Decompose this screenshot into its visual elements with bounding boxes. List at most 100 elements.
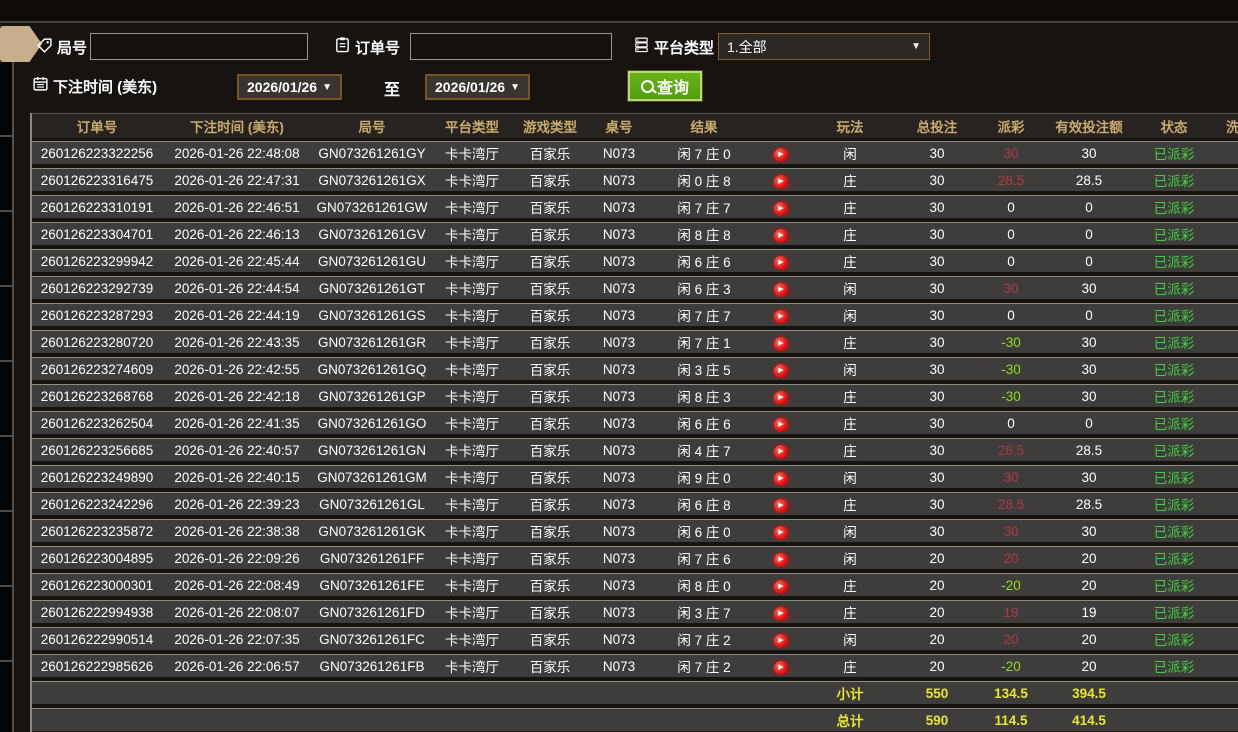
cell-status: 已派彩 [1153,174,1195,189]
video-replay-icon[interactable]: ▶ [774,229,788,243]
cell-play-type: 庄 [843,174,857,189]
cell-game-type: 百家乐 [529,498,571,513]
video-replay-icon[interactable]: ▶ [774,580,788,594]
cell-payout: -20 [1001,658,1021,674]
calendar-icon [32,75,49,92]
cell-order: 260126223299942 [40,253,154,269]
video-replay-icon[interactable]: ▶ [774,364,788,378]
video-replay-icon[interactable]: ▶ [774,283,788,297]
cell-total: 30 [929,523,945,539]
cell-total: 30 [929,253,945,269]
cell-status: 已派彩 [1153,471,1195,486]
cell-game-no: GN073261261FF [319,550,425,566]
cell-platform: 卡卡湾厅 [445,147,499,162]
cell-game-no: GN073261261GK [318,523,426,539]
cell-time: 2026-01-26 22:40:57 [174,442,300,458]
column-header: 游戏类型 [523,120,577,135]
video-replay-icon[interactable]: ▶ [774,148,788,162]
cell-status: 已派彩 [1153,444,1195,459]
cell-play-type: 闲 [843,309,857,324]
search-button-label: 查询 [656,80,689,97]
cell-time: 2026-01-26 22:07:35 [174,631,300,647]
cell-game-type: 百家乐 [529,525,571,540]
video-cell: ▶ [758,333,804,351]
cell-table-no: N073 [602,172,636,188]
cell-valid: 20 [1081,550,1097,566]
date-from-picker[interactable]: 2026/01/26 ▼ [237,74,342,100]
table-row: 260126223316475 2026-01-26 22:47:31 GN0732… [32,168,1238,191]
video-replay-icon[interactable]: ▶ [774,445,788,459]
cell-platform: 卡卡湾厅 [445,579,499,594]
table-row: 260126223235872 2026-01-26 22:38:38 GN0732… [32,519,1238,542]
cell-status: 已派彩 [1153,282,1195,297]
video-replay-icon[interactable]: ▶ [774,175,788,189]
video-replay-icon[interactable]: ▶ [774,607,788,621]
column-header: 总投注 [916,120,958,135]
cell-order: 260126223316475 [40,172,154,188]
video-replay-icon[interactable]: ▶ [774,391,788,405]
cell-order: 260126223235872 [40,523,154,539]
cell-game-no: GN073261261FC [319,631,425,647]
total-label: 总计 [836,714,864,729]
video-replay-icon[interactable]: ▶ [774,337,788,351]
cell-play-type: 庄 [843,444,857,459]
date-to-picker[interactable]: 2026/01/26 ▼ [425,74,530,100]
search-button[interactable]: 查询 [627,70,703,102]
cell-game-no: GN073261261GQ [317,361,427,377]
cell-game-type: 百家乐 [529,417,571,432]
cell-game-type: 百家乐 [529,444,571,459]
cell-game-no: GN073261261FD [319,604,425,620]
bet-time-label: 下注时间 (美东) [53,79,158,96]
cell-status: 已派彩 [1153,228,1195,243]
cell-order: 260126223242296 [40,496,154,512]
cell-payout: 20 [1003,550,1019,566]
cell-game-type: 百家乐 [529,282,571,297]
cell-valid: 0 [1085,415,1093,431]
order-no-input[interactable] [410,33,612,60]
cell-status: 已派彩 [1153,336,1195,351]
video-cell: ▶ [758,576,804,594]
cell-time: 2026-01-26 22:45:44 [174,253,300,269]
cell-total: 30 [929,172,945,188]
cell-play-type: 闲 [843,633,857,648]
cell-result: 闲 3 庄 7 [677,606,731,621]
column-header: 平台类型 [445,120,499,135]
cell-time: 2026-01-26 22:42:55 [174,361,300,377]
cell-play-type: 庄 [843,498,857,513]
video-replay-icon[interactable]: ▶ [774,526,788,540]
column-header: 状态 [1160,120,1188,135]
cell-play-type: 闲 [843,552,857,567]
video-replay-icon[interactable]: ▶ [774,634,788,648]
video-replay-icon[interactable]: ▶ [774,202,788,216]
cell-game-no: GN073261261FE [319,577,425,593]
chevron-down-icon: ▼ [510,81,520,93]
video-replay-icon[interactable]: ▶ [774,661,788,675]
cell-table-no: N073 [602,253,636,269]
video-replay-icon[interactable]: ▶ [774,553,788,567]
cell-game-no: GN073261261FB [319,658,425,674]
cell-platform: 卡卡湾厅 [445,444,499,459]
video-replay-icon[interactable]: ▶ [774,310,788,324]
game-no-input[interactable] [90,33,308,60]
table-row: 260126223280720 2026-01-26 22:43:35 GN0732… [32,330,1238,353]
cell-time: 2026-01-26 22:44:19 [174,307,300,323]
subtotal-row: 小计 550 134.5 394.5 [32,681,1238,704]
cell-result: 闲 9 庄 0 [677,471,731,486]
cell-total: 30 [929,442,945,458]
cell-payout: 30 [1003,523,1019,539]
video-replay-icon[interactable]: ▶ [774,472,788,486]
video-replay-icon[interactable]: ▶ [774,499,788,513]
video-replay-icon[interactable]: ▶ [774,256,788,270]
cell-valid: 30 [1081,388,1097,404]
video-replay-icon[interactable]: ▶ [774,418,788,432]
cell-status: 已派彩 [1153,498,1195,513]
cell-result: 闲 6 庄 3 [677,282,731,297]
platform-type-select[interactable]: 1.全部 ▼ [718,33,930,60]
cell-game-type: 百家乐 [529,633,571,648]
cell-order: 260126223004895 [40,550,154,566]
cell-status: 已派彩 [1153,390,1195,405]
cell-platform: 卡卡湾厅 [445,471,499,486]
cell-platform: 卡卡湾厅 [445,660,499,675]
cell-result: 闲 4 庄 7 [677,444,731,459]
cell-play-type: 闲 [843,363,857,378]
